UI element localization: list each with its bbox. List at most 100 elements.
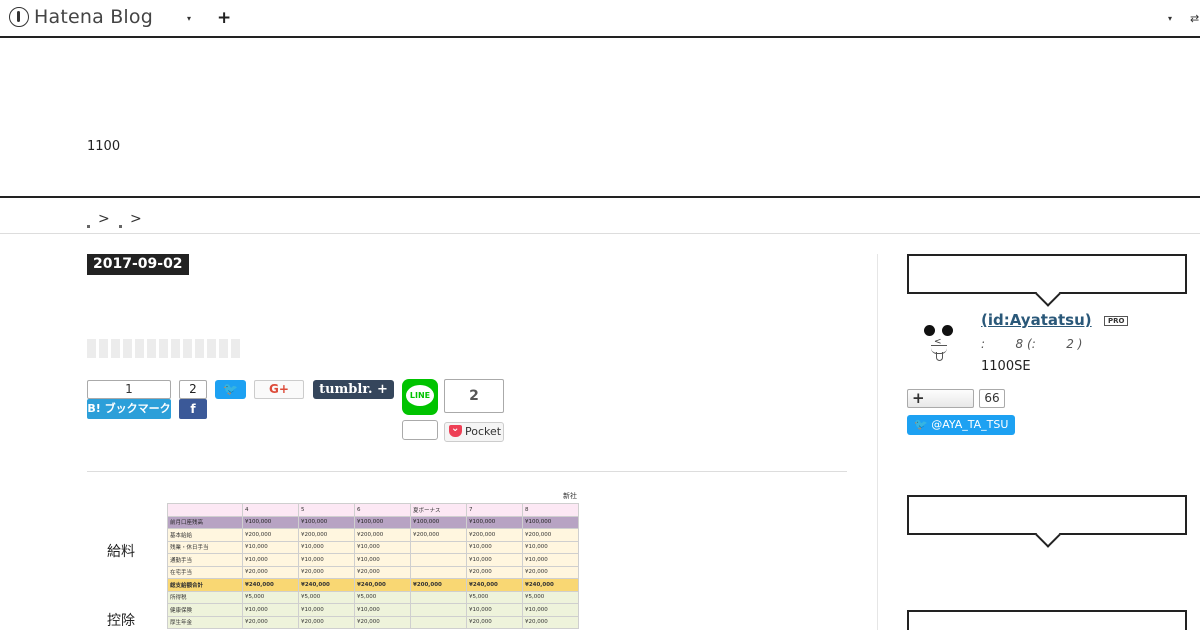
table-cell: ¥5,000 (354, 590, 411, 604)
table-cell: ¥240,000 (522, 578, 579, 592)
table-cell: ¥20,000 (466, 615, 523, 629)
table-row: 前月口座残高 ¥100,000 ¥100,000 ¥100,000 ¥100,000 ¥1… (167, 515, 579, 529)
title-placeholder-block (87, 339, 96, 358)
table-cell: ¥240,000 (466, 578, 523, 592)
table-cell: ¥10,000 (466, 553, 523, 567)
table-row: 残業・休日手当 ¥10,000 ¥10,000 ¥10,000 ¥10,000 ¥10,0… (167, 540, 579, 554)
table-cell: 残業・休日手当 (167, 540, 243, 554)
table-cell (410, 590, 467, 604)
google-plus-share-button[interactable]: G+ (254, 380, 304, 399)
table-cell: ¥100,000 (522, 515, 579, 529)
entry-title[interactable] (87, 339, 240, 358)
table-row: 所得税 ¥5,000 ¥5,000 ¥5,000 ¥5,000 ¥5,000 (167, 590, 579, 604)
table-cell: ¥100,000 (242, 515, 299, 529)
table-cell: ¥10,000 (298, 603, 355, 617)
global-header: Hatena Blog ▾ + ▾ ⇄ (0, 0, 1200, 38)
entry-divider (87, 471, 847, 472)
table-header-cell: 夏ボーナス (410, 503, 467, 517)
breadcrumb-separator: > (98, 211, 110, 227)
table-cell (410, 553, 467, 567)
salary-label: 給料 (107, 544, 135, 560)
avatar-left-eye (924, 325, 935, 336)
profile-name-link[interactable]: (id:Ayatatsu) (981, 311, 1092, 329)
table-cell: ¥240,000 (354, 578, 411, 592)
table-cell: 基本給給 (167, 528, 243, 542)
table-cell: ¥10,000 (354, 603, 411, 617)
table-cell: ¥20,000 (298, 615, 355, 629)
hatena-bookmark-button[interactable]: B! ブックマーク (87, 399, 171, 419)
table-cell (410, 603, 467, 617)
switch-icon[interactable]: ⇄ (1190, 12, 1199, 25)
deduction-label: 控除 (107, 613, 135, 629)
profile-description: 1100SE (981, 359, 1031, 374)
table-cell: ¥20,000 (298, 565, 355, 579)
salary-table: 4 5 6 夏ボーナス 7 8 前月口座残高 ¥100,000 ¥100,000 ¥100,000… (167, 503, 579, 629)
salary-spreadsheet-image: 新社 4 5 6 夏ボーナス 7 8 前月口座残高 ¥100,000 ¥100,000 ¥100,… (167, 490, 579, 630)
table-cell: ¥10,000 (242, 540, 299, 554)
table-cell: ¥10,000 (522, 540, 579, 554)
pocket-count[interactable]: 2 (444, 379, 504, 413)
hatena-blog-logo[interactable]: Hatena Blog (9, 6, 153, 28)
table-cell (410, 565, 467, 579)
sidebar-module-heading-profile (907, 254, 1187, 294)
table-cell: 前月口座残高 (167, 515, 243, 529)
blog-menu-chevron-down-icon[interactable]: ▾ (187, 14, 191, 23)
sidebar-module-heading-3 (907, 610, 1187, 630)
follower-count[interactable]: 66 (979, 389, 1005, 408)
entry-date[interactable]: 2017-09-02 (87, 254, 189, 275)
table-cell: ¥10,000 (354, 540, 411, 554)
table-row: 総支給額合計 ¥240,000 ¥240,000 ¥240,000 ¥200,000 ¥2… (167, 578, 579, 592)
table-cell: 厚生年金 (167, 615, 243, 629)
logo-text: Hatena Blog (34, 6, 153, 28)
tumblr-share-button[interactable]: tumblr. + (313, 380, 394, 399)
title-placeholder-block (231, 339, 240, 358)
table-row: 厚生年金 ¥20,000 ¥20,000 ¥20,000 ¥20,000 ¥20,000 (167, 615, 579, 629)
table-header-cell: 6 (354, 503, 411, 517)
breadcrumb-item[interactable]: > (119, 211, 142, 228)
facebook-share-button[interactable]: f (179, 399, 207, 419)
table-row: 在宅手当 ¥20,000 ¥20,000 ¥20,000 ¥20,000 ¥20,000 (167, 565, 579, 579)
facebook-icon: f (190, 402, 196, 416)
title-placeholder-block (171, 339, 180, 358)
hatena-bookmark-count[interactable]: 1 (87, 380, 171, 399)
table-cell: ¥10,000 (242, 603, 299, 617)
table-cell: 総支給額合計 (167, 578, 243, 592)
table-header-cell: 5 (298, 503, 355, 517)
blog-header: 1100 (0, 38, 1200, 198)
table-cell: ¥240,000 (298, 578, 355, 592)
table-cell: ¥5,000 (522, 590, 579, 604)
table-cell: ¥10,000 (522, 603, 579, 617)
table-cell: ¥10,000 (298, 553, 355, 567)
table-header-row: 4 5 6 夏ボーナス 7 8 (167, 503, 579, 517)
add-plus-icon[interactable]: + (217, 8, 231, 28)
breadcrumb-link[interactable] (87, 225, 90, 228)
table-cell: ¥5,000 (298, 590, 355, 604)
title-placeholder-block (99, 339, 108, 358)
breadcrumb-item[interactable]: > (87, 211, 110, 228)
facebook-share-count[interactable]: 2 (179, 380, 207, 399)
table-cell: ¥100,000 (466, 515, 523, 529)
reader-follow-button[interactable]: + (907, 389, 974, 408)
title-placeholder-block (159, 339, 168, 358)
table-cell: ¥200,000 (522, 528, 579, 542)
user-menu-chevron-down-icon[interactable]: ▾ (1168, 14, 1172, 23)
breadcrumb-link[interactable] (119, 225, 122, 228)
pocket-label: Pocket (465, 425, 502, 438)
table-cell: ¥10,000 (298, 540, 355, 554)
sidebar-divider (877, 254, 878, 630)
twitter-share-button[interactable]: 🐦 (215, 380, 246, 399)
sheet-corner-label: 新社 (563, 492, 577, 500)
pocket-button[interactable]: Pocket (444, 420, 504, 442)
title-placeholder-block (111, 339, 120, 358)
table-cell: ¥20,000 (466, 565, 523, 579)
avatar[interactable]: < (918, 318, 962, 366)
table-cell: ¥20,000 (242, 565, 299, 579)
plus-icon: + (912, 389, 925, 407)
line-share-button[interactable]: LINE (402, 379, 438, 415)
table-row: 基本給給 ¥200,000 ¥200,000 ¥200,000 ¥200,000 ¥200… (167, 528, 579, 542)
line-share-count[interactable] (402, 420, 438, 440)
hatena-logo-icon (9, 7, 29, 27)
line-icon: LINE (406, 385, 434, 406)
twitter-follow-button[interactable]: 🐦 @AYA_TA_TSU (907, 415, 1015, 435)
avatar-right-eye (942, 325, 953, 336)
